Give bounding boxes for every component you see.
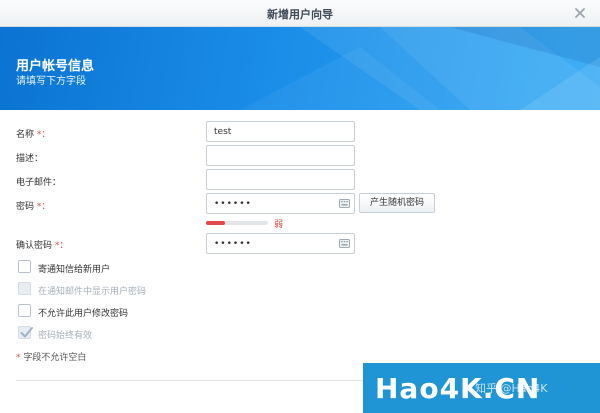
- email-field[interactable]: [206, 169, 355, 190]
- section-subtitle: 请填写下方字段: [16, 76, 86, 87]
- notify-new-user-checkbox[interactable]: [18, 260, 31, 273]
- password-strength-label: 弱: [274, 220, 284, 230]
- keyboard-icon[interactable]: [339, 239, 350, 248]
- required-mark: *：: [36, 130, 51, 140]
- name-field-value: test: [214, 127, 232, 137]
- dialog-title: 新增用户向导: [267, 8, 333, 21]
- name-field[interactable]: test: [206, 121, 355, 142]
- password-strength-fill: [206, 221, 225, 225]
- required-star: *: [16, 353, 21, 363]
- password-label-text: 密码: [16, 202, 35, 212]
- required-fields-note: * 字段不允许空白: [16, 350, 86, 363]
- password-label: 密码 *：: [16, 199, 50, 212]
- confirm-password-label-text: 确认密码: [16, 241, 53, 251]
- checkmark-icon: [20, 327, 33, 338]
- dialog-titlebar: 新增用户向导: [0, 0, 600, 27]
- show-password-in-email-checkbox[interactable]: [18, 282, 31, 295]
- disallow-password-change-label: 不允许此用户修改密码: [38, 309, 129, 319]
- confirm-password-field[interactable]: ••••••: [206, 233, 355, 254]
- required-mark: *：: [36, 202, 51, 212]
- name-label: 名称 *：: [16, 127, 50, 140]
- description-field[interactable]: [206, 145, 355, 166]
- header-banner: 用户帐号信息 请填写下方字段: [0, 27, 600, 110]
- generate-random-password-button[interactable]: 产生随机密码: [359, 193, 435, 213]
- required-note-text: 字段不允许空白: [23, 353, 87, 363]
- confirm-password-label: 确认密码 *：: [16, 238, 68, 251]
- watermark-overlay: Hao4K.CN 知乎 @Hao4K: [363, 363, 600, 413]
- keyboard-icon[interactable]: [339, 199, 350, 208]
- notify-new-user-label: 寄通知信给新用户: [38, 265, 111, 275]
- confirm-password-field-value: ••••••: [214, 239, 252, 249]
- email-label: 电子邮件：: [16, 178, 62, 188]
- password-never-expires-label: 密码始终有效: [38, 331, 93, 341]
- required-mark: *：: [54, 241, 69, 251]
- disallow-password-change-checkbox[interactable]: [18, 304, 31, 317]
- description-label: 描述：: [16, 154, 44, 164]
- show-password-in-email-label: 在通知邮件中显示用户密码: [38, 287, 147, 297]
- close-icon[interactable]: [572, 5, 588, 21]
- password-never-expires-checkbox[interactable]: [18, 326, 33, 339]
- name-label-text: 名称: [16, 130, 35, 140]
- watermark-credit: 知乎 @Hao4K: [475, 382, 548, 395]
- password-field-value: ••••••: [214, 199, 252, 209]
- password-field[interactable]: ••••••: [206, 193, 355, 214]
- password-strength-meter: [206, 221, 268, 225]
